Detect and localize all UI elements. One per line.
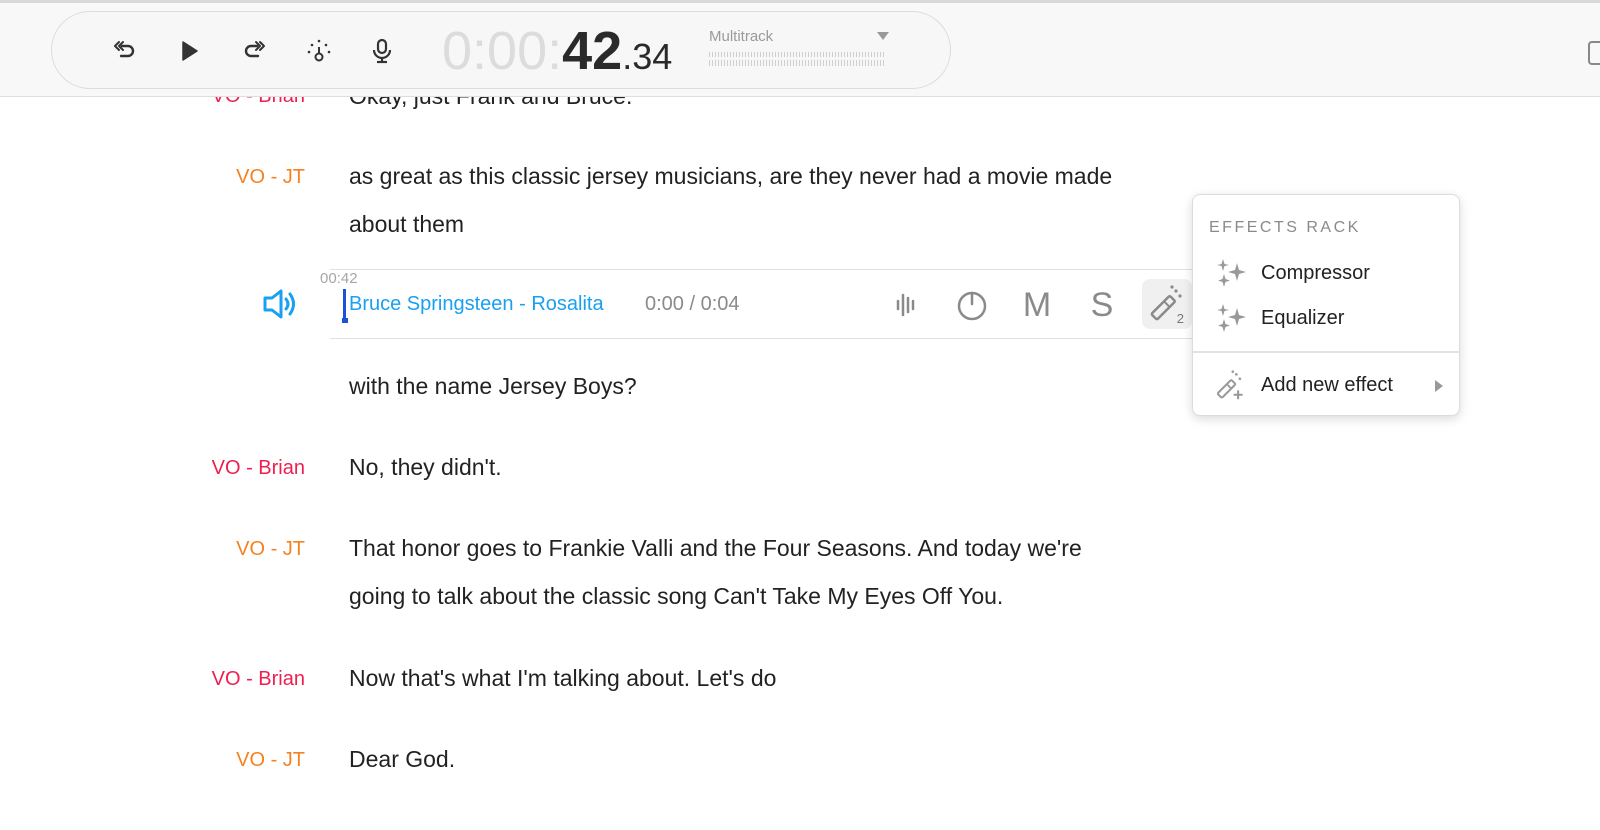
play-button[interactable]	[172, 34, 206, 68]
play-icon	[182, 41, 198, 61]
skip-forward-icon	[244, 41, 265, 58]
speaker-volume-icon[interactable]	[262, 288, 298, 320]
effects-count-badge: 2	[1176, 311, 1184, 326]
transcript-line[interactable]: That honor goes to Frankie Valli and the…	[349, 524, 1082, 572]
menu-divider	[1193, 351, 1459, 353]
transcript-line[interactable]: as great as this classic jersey musician…	[349, 152, 1112, 200]
effects-rack-header: EFFECTS RACK	[1209, 219, 1361, 236]
waveform-button[interactable]	[890, 282, 924, 328]
mode-label: Multitrack	[709, 28, 774, 45]
effect-label: Compressor	[1261, 261, 1370, 284]
timecode-hours-minutes: 0:00:	[442, 21, 563, 81]
sparkles-icon	[1217, 304, 1246, 332]
effect-item-equalizer[interactable]: Equalizer	[1193, 298, 1459, 338]
level-meter	[709, 52, 884, 66]
playhead-icon	[307, 39, 331, 62]
transport-controls: 0:00: 42 .34 Multitrack	[51, 11, 951, 89]
clip-timestamp: 00:42	[320, 270, 358, 287]
timecode-seconds: 42	[562, 21, 623, 81]
timecode-display: 0:00: 42 .34	[442, 18, 672, 84]
solo-button[interactable]: S	[1088, 282, 1116, 328]
power-icon	[957, 291, 987, 321]
mode-selector[interactable]: Multitrack	[709, 28, 889, 66]
mute-button[interactable]: M	[1018, 282, 1056, 328]
timecode-fraction: .34	[622, 36, 673, 77]
skip-back-icon	[114, 41, 135, 58]
effects-button[interactable]: 2	[1142, 279, 1192, 329]
speaker-label[interactable]: VO - JT	[185, 749, 305, 772]
speaker-label[interactable]: VO - Brian	[185, 457, 305, 480]
sparkles-icon	[1217, 259, 1246, 287]
transcript-line[interactable]: Dear God.	[349, 735, 455, 783]
effects-rack-menu: EFFECTS RACK Compressor Equalizer Add ne…	[1192, 194, 1460, 416]
share-icon[interactable]	[1588, 41, 1600, 65]
chevron-down-icon[interactable]	[877, 32, 889, 40]
effect-label: Equalizer	[1261, 306, 1345, 329]
transcript-line[interactable]: No, they didn't.	[349, 443, 502, 491]
clip-duration: 0:00 / 0:04	[645, 293, 740, 315]
toolbar: 0:00: 42 .34 Multitrack	[0, 3, 1600, 97]
speaker-label[interactable]: VO - JT	[185, 538, 305, 561]
chevron-right-icon	[1435, 380, 1443, 392]
power-button[interactable]	[954, 282, 990, 328]
text-cursor	[342, 289, 348, 323]
playhead-button[interactable]	[302, 34, 336, 68]
waveform-icon	[896, 293, 915, 317]
add-new-effect-label: Add new effect	[1261, 373, 1393, 396]
transcript-line[interactable]: Now that's what I'm talking about. Let's…	[349, 654, 776, 702]
transcript-line[interactable]: about them	[349, 200, 464, 248]
transcript-line[interactable]: going to talk about the classic song Can…	[349, 572, 1003, 620]
clip-title[interactable]: Bruce Springsteen - Rosalita	[349, 293, 604, 316]
skip-back-button[interactable]	[108, 34, 142, 68]
add-new-effect-item[interactable]: Add new effect	[1193, 365, 1459, 405]
magic-wand-icon	[1150, 285, 1182, 321]
speaker-label[interactable]: VO - Brian	[185, 668, 305, 691]
magic-wand-plus-icon	[1216, 370, 1243, 400]
skip-forward-button[interactable]	[237, 34, 271, 68]
effect-item-compressor[interactable]: Compressor	[1193, 253, 1459, 293]
microphone-icon	[372, 38, 392, 64]
record-button[interactable]	[365, 34, 399, 68]
transcript-line[interactable]: with the name Jersey Boys?	[349, 362, 637, 410]
speaker-label[interactable]: VO - JT	[185, 166, 305, 189]
